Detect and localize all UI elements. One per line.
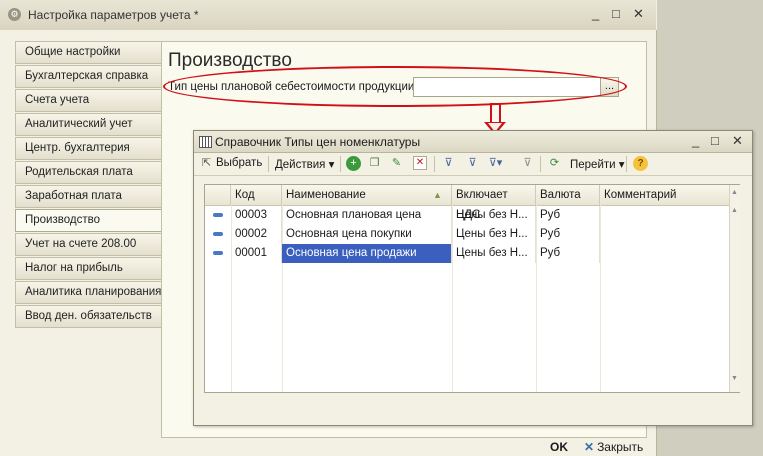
- tab-production[interactable]: Производство: [15, 209, 162, 232]
- clear-filter-icon[interactable]: ⊽: [520, 156, 535, 171]
- scroll-up-icon[interactable]: ▲: [731, 189, 738, 196]
- header-marker: [205, 185, 231, 205]
- dialog-title: Справочник Типы цен номенклатуры: [215, 135, 421, 149]
- dialog-maximize-icon[interactable]: □: [711, 133, 719, 148]
- cell-code: 00002: [231, 225, 282, 244]
- tab-planning-analytics[interactable]: Аналитика планирования: [15, 281, 162, 304]
- dialog-titlebar: Справочник Типы цен номенклатуры _ □ ✕: [194, 131, 752, 153]
- filter-icon[interactable]: ⊽: [441, 156, 456, 171]
- table-scrollbar[interactable]: ▲ ▲ ▼: [729, 185, 740, 392]
- toolbar-separator: [268, 156, 269, 172]
- header-name-label: Наименование: [286, 189, 366, 201]
- close-icon[interactable]: ✕: [633, 6, 644, 22]
- close-button[interactable]: ✕ Закрыть: [584, 440, 643, 454]
- scroll-down-icon[interactable]: ▼: [731, 375, 738, 382]
- toolbar-separator: [626, 156, 627, 172]
- app-icon: ⚙: [8, 8, 21, 21]
- delete-icon[interactable]: ✕: [413, 156, 427, 170]
- close-button-label: Закрыть: [597, 440, 644, 454]
- cell-name: Основная цена продажи: [282, 244, 452, 263]
- toolbar-separator: [540, 156, 541, 172]
- table-row[interactable]: 00002 Основная цена покупки Цены без Н..…: [205, 225, 739, 244]
- header-code[interactable]: Код: [231, 185, 282, 205]
- filter-value-icon[interactable]: ⊽: [465, 156, 480, 171]
- tab-accounting-note[interactable]: Бухгалтерская справка: [15, 65, 162, 88]
- cell-vat: Цены без Н...: [452, 244, 536, 263]
- ok-button[interactable]: OK: [550, 440, 568, 454]
- toolbar-separator: [434, 156, 435, 172]
- table-row[interactable]: 00003 Основная плановая цена Цены без Н.…: [205, 206, 739, 225]
- toolbar-separator: [340, 156, 341, 172]
- tab-monetary-obligations[interactable]: Ввод ден. обязательств: [15, 305, 162, 328]
- tab-income-tax[interactable]: Налог на прибыль: [15, 257, 162, 280]
- tab-central-accounting[interactable]: Центр. бухгалтерия: [15, 137, 162, 160]
- select-button[interactable]: Выбрать: [216, 157, 262, 169]
- help-icon[interactable]: ?: [633, 156, 648, 171]
- cell-code: 00003: [231, 206, 282, 225]
- tab-parent-fee[interactable]: Родительская плата: [15, 161, 162, 184]
- tab-salary[interactable]: Заработная плата: [15, 185, 162, 208]
- go-menu[interactable]: Перейти ▾: [570, 157, 625, 171]
- header-currency[interactable]: Валюта: [536, 185, 600, 205]
- actions-label: Действия: [275, 159, 326, 171]
- cell-currency: Руб: [536, 244, 600, 263]
- cell-comment: [600, 206, 729, 225]
- window-titlebar: ⚙ Настройка параметров учета * _ □ ✕: [0, 0, 656, 31]
- close-x-icon: ✕: [584, 440, 595, 454]
- cell-comment: [600, 244, 729, 263]
- settings-tabs: Общие настройки Бухгалтерская справка Сч…: [15, 41, 162, 329]
- cell-code: 00001: [231, 244, 282, 263]
- header-comment[interactable]: Комментарий: [600, 185, 729, 205]
- row-marker-icon: [213, 213, 223, 217]
- cell-currency: Руб: [536, 225, 600, 244]
- header-vat[interactable]: Включает НДС: [452, 185, 536, 221]
- row-marker-icon: [213, 232, 223, 236]
- actions-menu[interactable]: Действия ▾: [275, 157, 334, 171]
- settings-window: ⚙ Настройка параметров учета * _ □ ✕ Общ…: [0, 0, 763, 456]
- header-name[interactable]: Наименование ▲: [282, 185, 452, 205]
- cell-comment: [600, 225, 729, 244]
- sort-ascending-icon: ▲: [433, 190, 442, 200]
- add-icon[interactable]: +: [346, 156, 361, 171]
- copy-icon[interactable]: ❐: [367, 156, 382, 171]
- scroll-marker-icon: ▲: [731, 207, 738, 214]
- cell-currency: Руб: [536, 206, 600, 225]
- select-icon: ⇱: [201, 157, 212, 169]
- annotation-oval: [163, 66, 627, 107]
- cell-vat: Цены без Н...: [452, 206, 536, 225]
- table-row-selected[interactable]: 00001 Основная цена продажи Цены без Н..…: [205, 244, 739, 263]
- tab-account-208[interactable]: Учет на счете 208.00: [15, 233, 162, 256]
- dialog-minimize-icon[interactable]: _: [692, 133, 699, 148]
- minimize-icon[interactable]: _: [592, 6, 599, 21]
- tab-analytics[interactable]: Аналитический учет: [15, 113, 162, 136]
- price-types-dialog: Справочник Типы цен номенклатуры _ □ ✕ ⇱…: [193, 130, 753, 426]
- maximize-icon[interactable]: □: [612, 6, 620, 21]
- catalog-icon: [199, 136, 212, 148]
- cell-name: Основная цена покупки: [282, 225, 452, 244]
- dialog-toolbar: ⇱ Выбрать Действия ▾ + ❐ ✎ ✕ ⊽ ⊽ ⊽▾ ⊽ ⟳ …: [194, 153, 752, 176]
- go-label: Перейти: [570, 159, 616, 171]
- row-marker-icon: [213, 251, 223, 255]
- table-header: Код Наименование ▲ Включает НДС Валюта Ко…: [205, 185, 739, 221]
- tab-general[interactable]: Общие настройки: [15, 41, 162, 64]
- filter-list-icon[interactable]: ⊽▾: [488, 156, 503, 171]
- window-title: Настройка параметров учета *: [28, 8, 199, 22]
- refresh-icon[interactable]: ⟳: [547, 156, 562, 171]
- dialog-close-icon[interactable]: ✕: [732, 133, 743, 149]
- cell-name: Основная плановая цена: [282, 206, 452, 225]
- cell-vat: Цены без Н...: [452, 225, 536, 244]
- edit-icon[interactable]: ✎: [389, 156, 404, 171]
- price-types-table: Код Наименование ▲ Включает НДС Валюта Ко…: [204, 184, 740, 393]
- tab-accounts[interactable]: Счета учета: [15, 89, 162, 112]
